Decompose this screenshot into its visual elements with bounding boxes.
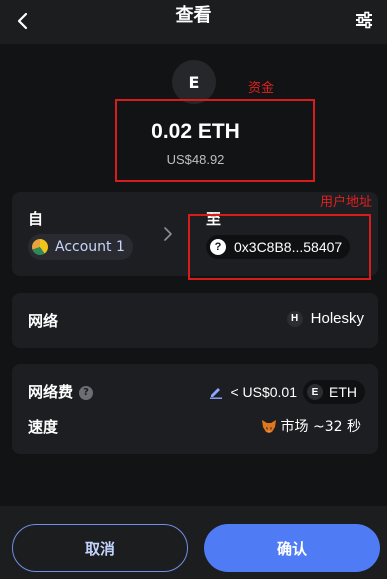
token-amount: 0.02 ETH xyxy=(151,120,240,143)
fiat-amount: US$48.92 xyxy=(166,152,225,167)
chevron-right-icon xyxy=(160,222,176,246)
network-fee-label-text: 网络费 xyxy=(28,383,74,401)
network-label: 网络 xyxy=(28,312,59,330)
fox-icon xyxy=(261,418,277,434)
from-label: 自 xyxy=(28,210,44,228)
fee-value: < US$0.01 E ETH xyxy=(208,380,365,404)
fee-token: ETH xyxy=(329,384,357,400)
network-badge-icon: H xyxy=(286,310,303,327)
fee-amount: < US$0.01 xyxy=(230,384,297,400)
fee-card xyxy=(12,364,378,454)
sliders-icon xyxy=(356,11,372,29)
token-avatar: E xyxy=(172,60,216,104)
settings-button[interactable] xyxy=(349,5,379,35)
confirm-button[interactable]: 确认 xyxy=(204,524,380,572)
address-annotation-box xyxy=(188,214,371,280)
eth-badge-icon: E xyxy=(307,384,323,400)
page-title: 查看 xyxy=(175,5,212,26)
network-fee-label: 网络费? xyxy=(28,381,94,402)
edit-fee-icon[interactable] xyxy=(208,384,224,400)
fee-token-pill: E ETH xyxy=(303,380,365,404)
speed-label: 速度 xyxy=(28,418,59,436)
address-annotation-label: 用户地址 xyxy=(320,195,373,210)
cancel-button[interactable]: 取消 xyxy=(12,524,188,572)
info-icon[interactable]: ? xyxy=(79,385,94,400)
network-name: Holesky xyxy=(310,310,364,327)
speed-text: 市场 ~32 秒 xyxy=(280,419,361,435)
network-value: H Holesky xyxy=(286,310,364,327)
from-account-pill[interactable]: Account 1 xyxy=(28,234,133,260)
account-name: Account 1 xyxy=(55,239,125,255)
speed-value: 市场 ~32 秒 xyxy=(261,416,361,436)
funds-annotation-label: 资金 xyxy=(248,81,275,96)
account-avatar xyxy=(32,239,48,255)
